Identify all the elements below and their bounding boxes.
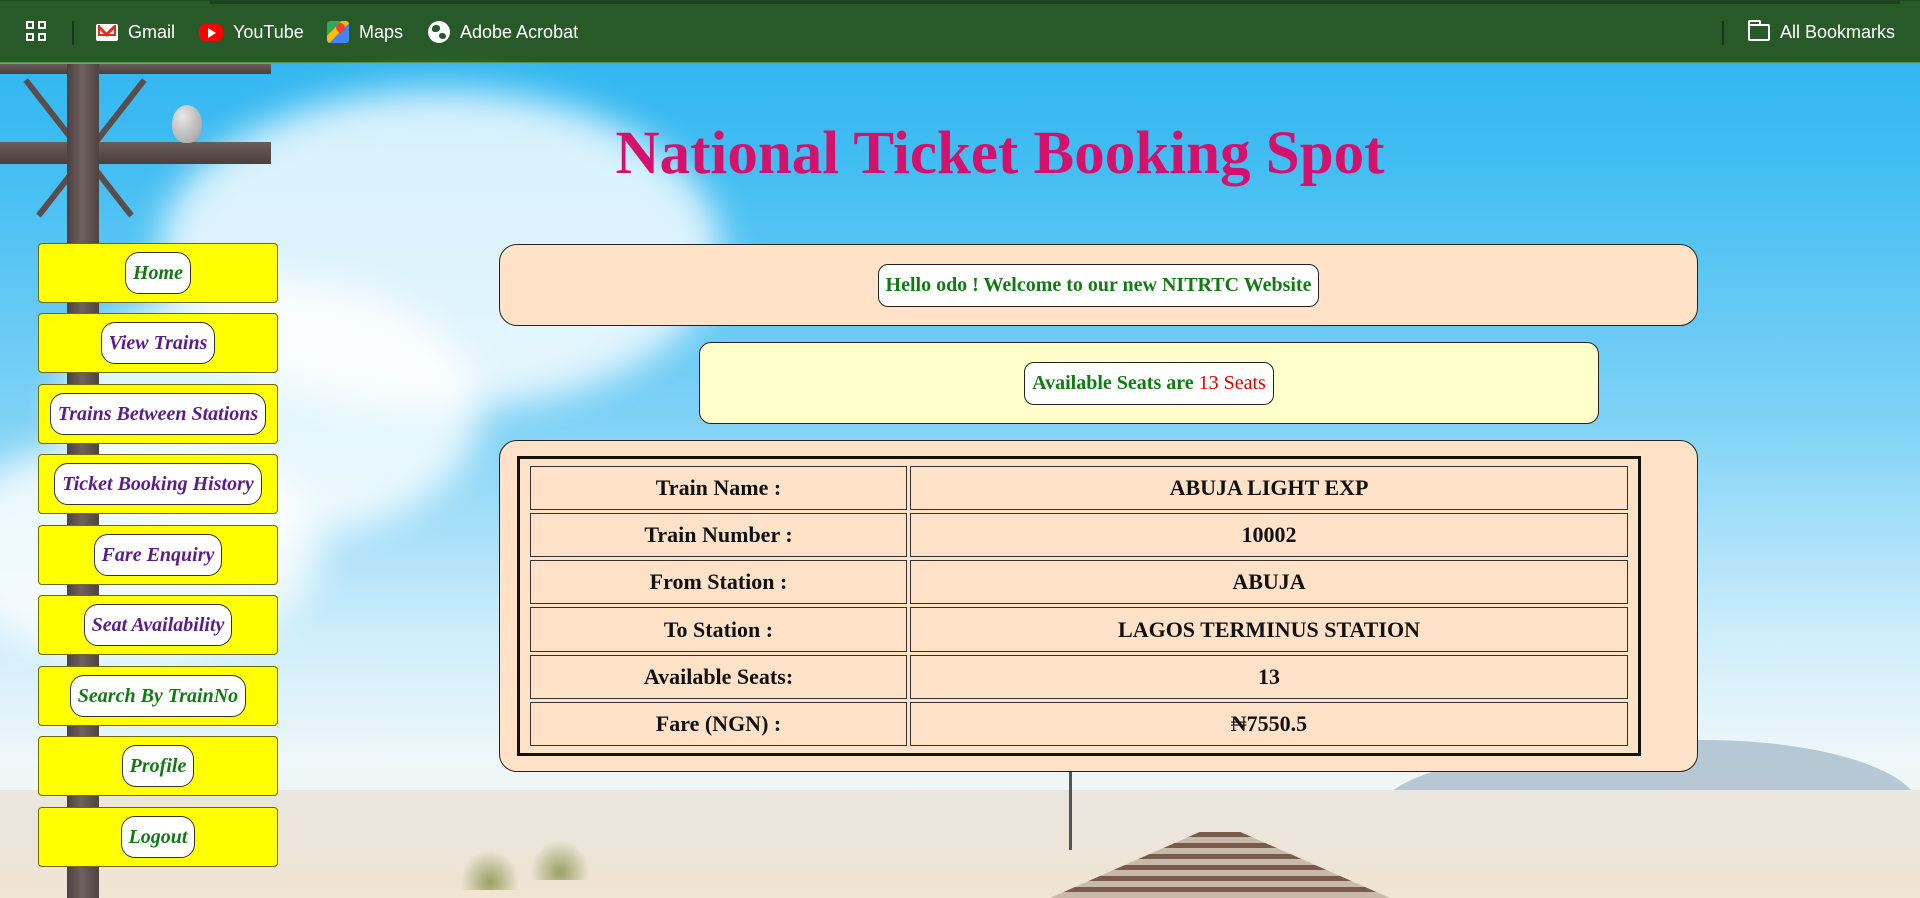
row-value: ABUJA — [910, 560, 1628, 605]
sidebar-item-label[interactable]: Seat Availability — [83, 604, 233, 646]
bookmarks-bar: Gmail YouTube Maps Adobe Acrobat All Boo… — [0, 0, 1920, 63]
sidebar-item-profile[interactable]: Profile — [38, 736, 278, 796]
table-row: From Station : ABUJA — [530, 560, 1628, 605]
sidebar-item-label[interactable]: Home — [125, 252, 191, 294]
bookmark-label: Gmail — [128, 21, 176, 42]
sidebar-item-seat-availability[interactable]: Seat Availability — [38, 595, 278, 655]
pole-crossarm — [0, 64, 271, 74]
welcome-panel: Hello odo ! Welcome to our new NITRTC We… — [499, 244, 1698, 326]
table-row: Available Seats: 13 — [530, 654, 1628, 699]
bookmark-gmail[interactable]: Gmail — [96, 17, 175, 47]
bookmark-label: Maps — [359, 21, 404, 42]
gmail-icon — [96, 23, 118, 41]
pole-insulator — [172, 105, 202, 143]
train-details-panel: Train Name : ABUJA LIGHT EXP Train Numbe… — [499, 440, 1698, 772]
sidebar-item-label[interactable]: Search By TrainNo — [69, 675, 247, 717]
sidebar-item-label[interactable]: Trains Between Stations — [49, 393, 267, 435]
desert-shrub — [460, 850, 520, 890]
bookmarks-separator — [72, 21, 74, 45]
desert-ground — [0, 790, 1920, 898]
page-title: National Ticket Booking Spot — [615, 120, 1385, 187]
signal-post — [1069, 770, 1072, 850]
row-key: Available Seats: — [530, 654, 907, 699]
table-row: Fare (NGN) : ₦7550.5 — [530, 701, 1628, 746]
sidebar-item-trains-between-stations[interactable]: Trains Between Stations — [38, 384, 278, 444]
sidebar-item-label[interactable]: Profile — [121, 745, 195, 787]
maps-icon — [327, 21, 349, 43]
apps-button[interactable] — [26, 17, 48, 47]
sidebar-item-home[interactable]: Home — [38, 243, 278, 303]
sidebar-item-logout[interactable]: Logout — [38, 807, 278, 867]
sidebar-item-label[interactable]: View Trains — [100, 322, 216, 364]
bookmark-adobe-acrobat[interactable]: Adobe Acrobat — [428, 17, 578, 47]
tab-strip-edge — [210, 1, 1900, 4]
row-value: 13 — [910, 654, 1628, 699]
availability-label: Available Seats are — [1032, 371, 1194, 394]
all-bookmarks-button[interactable]: All Bookmarks — [1748, 17, 1895, 47]
pole-crossarm — [0, 142, 271, 164]
row-value: ABUJA LIGHT EXP — [910, 466, 1628, 511]
bookmark-youtube[interactable]: YouTube — [199, 17, 304, 47]
desert-shrub — [530, 840, 590, 880]
welcome-message: Hello odo ! Welcome to our new NITRTC We… — [877, 263, 1320, 307]
row-key: Train Number : — [530, 513, 907, 558]
row-value: LAGOS TERMINUS STATION — [910, 607, 1628, 652]
all-bookmarks-label: All Bookmarks — [1780, 21, 1896, 42]
sidebar-item-ticket-booking-history[interactable]: Ticket Booking History — [38, 454, 278, 514]
globe-icon — [428, 21, 450, 43]
sidebar-item-label[interactable]: Logout — [120, 816, 196, 858]
sidebar-item-fare-enquiry[interactable]: Fare Enquiry — [38, 525, 278, 585]
train-details-table: Train Name : ABUJA LIGHT EXP Train Numbe… — [517, 456, 1641, 756]
apps-grid-icon — [26, 21, 48, 43]
row-key: To Station : — [530, 607, 907, 652]
row-key: Fare (NGN) : — [530, 701, 907, 746]
availability-seats: 13 Seats — [1198, 371, 1266, 394]
row-value: ₦7550.5 — [910, 701, 1628, 746]
sidebar-item-view-trains[interactable]: View Trains — [38, 313, 278, 373]
row-value: 10002 — [910, 513, 1628, 558]
availability-panel: Available Seats are 13 Seats — [699, 342, 1599, 424]
sidebar-item-label[interactable]: Fare Enquiry — [93, 534, 223, 576]
table-row: Train Number : 10002 — [530, 513, 1628, 558]
sidebar-item-search-by-trainno[interactable]: Search By TrainNo — [38, 666, 278, 726]
bookmark-label: Adobe Acrobat — [460, 21, 579, 42]
availability-message: Available Seats are 13 Seats — [1024, 361, 1274, 405]
table-row: Train Name : ABUJA LIGHT EXP — [530, 466, 1628, 511]
row-key: Train Name : — [530, 466, 907, 511]
folder-icon — [1748, 19, 1770, 41]
bookmark-maps[interactable]: Maps — [327, 17, 403, 47]
bookmark-label: YouTube — [233, 21, 304, 42]
row-key: From Station : — [530, 560, 907, 605]
bookmarks-separator — [1722, 21, 1724, 45]
table-row: To Station : LAGOS TERMINUS STATION — [530, 607, 1628, 652]
sidebar-item-label[interactable]: Ticket Booking History — [54, 463, 262, 505]
youtube-icon — [199, 23, 223, 41]
